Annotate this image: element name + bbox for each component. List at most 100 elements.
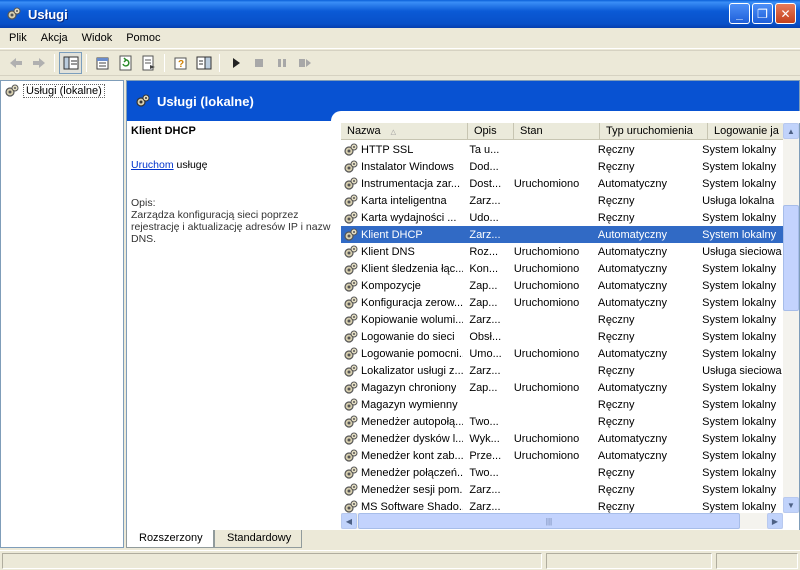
- service-gear-icon: [344, 432, 358, 445]
- column-header-status[interactable]: Stan: [514, 123, 600, 139]
- cell-description: Zarz...: [469, 194, 501, 207]
- scroll-right-button[interactable]: ▶: [767, 513, 783, 529]
- table-row[interactable]: Menedżer autopołą... Two... Ręczny System l…: [341, 413, 783, 430]
- service-gear-icon: [344, 398, 358, 411]
- cell-logon-as: System lokalny: [702, 177, 777, 190]
- view-tabs: Rozszerzony Standardowy: [126, 530, 800, 548]
- cell-startup-type: Automatyczny: [597, 296, 667, 309]
- show-action-pane-button[interactable]: [192, 52, 215, 74]
- service-name: Klient DNS: [361, 245, 415, 258]
- menu-pomoc[interactable]: Pomoc: [119, 30, 167, 46]
- column-header-name[interactable]: Nazwa △: [341, 123, 468, 139]
- cell-startup-type: Automatyczny: [597, 245, 667, 258]
- cell-startup-type: Ręczny: [597, 415, 635, 428]
- table-row[interactable]: Instrumentacja zar... Dost... Uruchomiono A…: [341, 175, 783, 192]
- service-gear-icon: [344, 483, 358, 496]
- start-service-button[interactable]: [224, 52, 247, 74]
- properties-button[interactable]: [91, 52, 114, 74]
- table-row[interactable]: Karta wydajności ... Udo... Ręczny System l…: [341, 209, 783, 226]
- cell-description: Roz...: [469, 245, 499, 258]
- table-row[interactable]: Magazyn wymienny Ręczny System lokalny: [341, 396, 783, 413]
- column-header-startup-type[interactable]: Typ uruchomienia: [600, 123, 708, 139]
- status-bar: [0, 550, 800, 570]
- menu-plik[interactable]: Plik: [2, 30, 34, 46]
- cell-description: Dod...: [469, 160, 499, 173]
- table-row[interactable]: Klient DNS Roz... Uruchomiono Automatyczny U…: [341, 243, 783, 260]
- forward-button[interactable]: [27, 52, 50, 74]
- scroll-up-button[interactable]: ▲: [783, 123, 799, 139]
- table-row[interactable]: Logowanie pomocni... Umo... Uruchomiono Aut…: [341, 345, 783, 362]
- tab-standard[interactable]: Standardowy: [214, 530, 303, 548]
- table-row[interactable]: MS Software Shado... Zarz... Ręczny System …: [341, 498, 783, 513]
- menu-widok[interactable]: Widok: [75, 30, 120, 46]
- table-row[interactable]: HTTP SSL Ta u... Ręczny System lokalny: [341, 141, 783, 158]
- sort-ascending-icon: △: [390, 129, 397, 136]
- cell-status: Uruchomiono: [513, 381, 580, 394]
- service-name: Karta inteligentna: [361, 194, 447, 207]
- table-row[interactable]: Klient śledzenia łąc... Kon... Uruchomiono…: [341, 260, 783, 277]
- cell-description: Udo...: [469, 211, 499, 224]
- tree-item-local-services[interactable]: Usługi (lokalne): [1, 81, 123, 101]
- table-row[interactable]: Instalator Windows Dod... Ręczny System lok…: [341, 158, 783, 175]
- table-row[interactable]: Menedżer połączeń... Two... Ręczny System l…: [341, 464, 783, 481]
- horizontal-scrollbar[interactable]: ◀ ||| ▶: [341, 513, 783, 529]
- service-gear-icon: [344, 143, 358, 156]
- help-button[interactable]: ?: [169, 52, 192, 74]
- properties-icon: [96, 57, 108, 70]
- table-row[interactable]: Kopiowanie wolumi... Zarz... Ręczny System …: [341, 311, 783, 328]
- table-row[interactable]: Magazyn chroniony Zap... Uruchomiono Automa…: [341, 379, 783, 396]
- minimize-button[interactable]: _: [729, 3, 750, 24]
- stop-service-button[interactable]: [247, 52, 270, 74]
- pause-service-button[interactable]: [270, 52, 293, 74]
- table-row[interactable]: Karta inteligentna Zarz... Ręczny Usługa lo…: [341, 192, 783, 209]
- table-row[interactable]: Konfiguracja zerow... Zap... Uruchomiono Au…: [341, 294, 783, 311]
- table-row[interactable]: Lokalizator usługi z... Zarz... Ręczny Usłu…: [341, 362, 783, 379]
- cell-logon-as: Usługa lokalna: [702, 194, 775, 207]
- vertical-scroll-thumb[interactable]: [783, 205, 799, 311]
- cell-name: HTTP SSL: [341, 142, 463, 158]
- back-button[interactable]: [4, 52, 27, 74]
- cell-description: Zap...: [469, 296, 498, 309]
- help-icon: ?: [174, 57, 186, 70]
- cell-startup-type: Ręczny: [597, 160, 635, 173]
- table-row[interactable]: Menedżer sesji pom... Zarz... Ręczny System…: [341, 481, 783, 498]
- refresh-button[interactable]: [114, 52, 137, 74]
- cell-status: Uruchomiono: [513, 432, 580, 445]
- horizontal-scroll-thumb[interactable]: |||: [358, 513, 740, 529]
- restart-service-button[interactable]: [293, 52, 316, 74]
- table-row[interactable]: Klient DHCP Zarz... Automatyczny System lok…: [341, 226, 783, 243]
- cell-startup-type: Ręczny: [597, 398, 635, 411]
- cell-startup-type: Ręczny: [597, 211, 635, 224]
- cell-name: Instrumentacja zar...: [341, 176, 463, 192]
- service-name: Klient śledzenia łąc...: [361, 262, 464, 275]
- cell-startup-type: Ręczny: [597, 330, 635, 343]
- show-tree-button[interactable]: [59, 52, 82, 74]
- tab-extended[interactable]: Rozszerzony: [126, 530, 214, 548]
- scroll-down-button[interactable]: ▼: [783, 497, 799, 513]
- start-service-link[interactable]: Uruchom: [131, 159, 174, 171]
- restart-icon: [298, 59, 311, 67]
- service-gear-icon: [344, 347, 358, 360]
- menu-akcja[interactable]: Akcja: [34, 30, 75, 46]
- scroll-left-button[interactable]: ◀: [341, 513, 357, 529]
- close-button[interactable]: ✕: [775, 3, 796, 24]
- cell-logon-as: System lokalny: [702, 279, 777, 292]
- export-list-button[interactable]: [137, 52, 160, 74]
- service-name: HTTP SSL: [361, 143, 414, 156]
- services-gear-icon: [136, 94, 150, 107]
- toolbar: ?: [0, 50, 800, 76]
- column-header-description[interactable]: Opis: [468, 123, 514, 139]
- cell-name: Magazyn wymienny: [341, 397, 463, 413]
- table-row[interactable]: Kompozycje Zap... Uruchomiono Automatyczny S…: [341, 277, 783, 294]
- table-row[interactable]: Logowanie do sieci Obsł... Ręczny System lo…: [341, 328, 783, 345]
- restore-button[interactable]: ❐: [752, 3, 773, 24]
- table-row[interactable]: Menedżer kont zab... Prze... Uruchomiono Au…: [341, 447, 783, 464]
- table-row[interactable]: Menedżer dysków l... Wyk... Uruchomiono Aut…: [341, 430, 783, 447]
- back-arrow-icon: [9, 58, 22, 68]
- cell-startup-type: Automatyczny: [597, 228, 667, 241]
- window-title: Usługi: [28, 6, 68, 22]
- details-pane: Usługi (lokalne) Klient DHCP Uruchom usł…: [126, 80, 800, 548]
- service-gear-icon: [344, 262, 358, 275]
- cell-name: Menedżer kont zab...: [341, 448, 463, 464]
- vertical-scrollbar[interactable]: ▲ ▼: [783, 123, 799, 513]
